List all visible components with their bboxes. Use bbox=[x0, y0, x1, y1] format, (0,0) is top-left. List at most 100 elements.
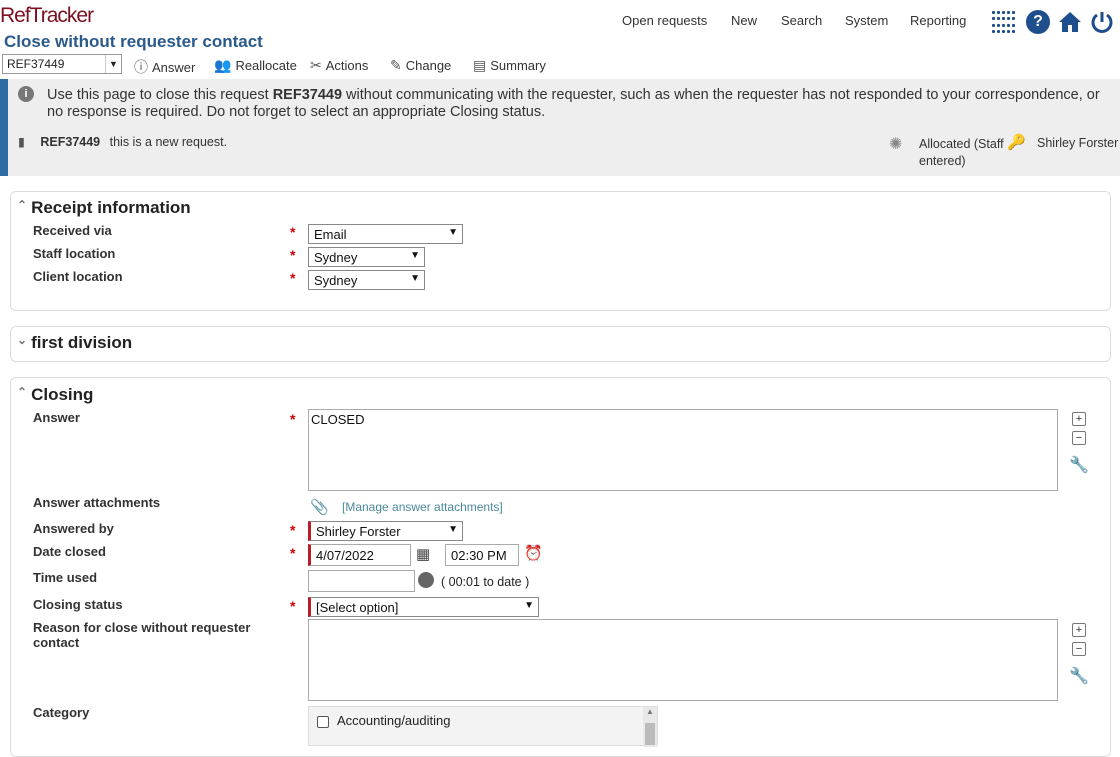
closing-status-label: Closing status bbox=[33, 597, 123, 612]
clock-icon[interactable] bbox=[418, 572, 434, 588]
nav-open-requests[interactable]: Open requests bbox=[622, 13, 707, 28]
division-panel-title: first division bbox=[31, 333, 133, 352]
nav-reporting[interactable]: Reporting bbox=[910, 13, 966, 28]
reason-label: Reason for close without requester conta… bbox=[33, 620, 251, 650]
manage-attachments-link[interactable]: [Manage answer attachments] bbox=[342, 500, 503, 514]
power-icon[interactable] bbox=[1090, 10, 1114, 34]
actions-button[interactable]: ✂ Actions bbox=[310, 57, 368, 74]
answer-textarea[interactable]: CLOSED bbox=[308, 409, 1058, 491]
paperclip-icon: 📎 bbox=[310, 499, 329, 516]
help-icon[interactable]: ? bbox=[1026, 10, 1050, 34]
summary-button[interactable]: ▤ Summary bbox=[473, 57, 546, 74]
received-via-label: Received via bbox=[33, 223, 112, 238]
request-summary-line: ▮ REF37449 this is a new request. bbox=[18, 134, 227, 149]
info-circle-icon: ⓘ bbox=[134, 59, 148, 75]
request-description: this is a new request. bbox=[109, 135, 228, 149]
scroll-thumb[interactable] bbox=[645, 723, 655, 745]
required-marker: * bbox=[290, 598, 296, 614]
expand-plus-icon[interactable]: + bbox=[1072, 623, 1086, 637]
calendar-icon[interactable]: ▦ bbox=[416, 545, 430, 563]
info-bar: i Use this page to close this request RE… bbox=[0, 79, 1120, 176]
category-item[interactable]: Accounting/auditing bbox=[317, 713, 450, 728]
receipt-information-panel: ⌃ Receipt information Received via * Emai… bbox=[10, 191, 1111, 311]
app-logo[interactable]: RefTracker bbox=[0, 4, 94, 28]
expand-plus-icon[interactable]: + bbox=[1072, 412, 1086, 426]
key-icon: 🔑 bbox=[1007, 134, 1026, 151]
clipboard-icon: ▮ bbox=[18, 135, 25, 149]
edit-icon: ✎ bbox=[390, 57, 402, 73]
answered-by-select[interactable]: Shirley Forster ▼ bbox=[308, 521, 463, 541]
time-closed-input[interactable]: 02:30 PM bbox=[445, 544, 519, 566]
wrench-icon[interactable]: 🔧 bbox=[1069, 666, 1089, 686]
home-icon[interactable] bbox=[1058, 10, 1082, 34]
closing-panel-header[interactable]: ⌃ Closing bbox=[17, 385, 93, 405]
chevron-down-icon: ▼ bbox=[410, 273, 420, 284]
required-marker: * bbox=[290, 224, 296, 240]
answer-attachments-label: Answer attachments bbox=[33, 495, 161, 510]
closing-panel: ⌃ Closing Answer * CLOSED + − 🔧 Answer at… bbox=[10, 377, 1111, 757]
nav-system[interactable]: System bbox=[845, 13, 888, 28]
toolbar: REF37449 ▼ ⓘ Answer 👥 Reallocate ✂ Actio… bbox=[0, 53, 1120, 77]
receipt-panel-title: Receipt information bbox=[31, 198, 191, 217]
info-icon: i bbox=[18, 86, 34, 102]
checkbox[interactable] bbox=[317, 715, 329, 728]
required-marker: * bbox=[290, 545, 296, 561]
nav-new[interactable]: New bbox=[731, 13, 757, 28]
first-division-panel: ⌄ first division bbox=[10, 326, 1111, 362]
category-label: Category bbox=[33, 705, 90, 720]
info-accent-bar bbox=[0, 79, 8, 176]
closing-status-select[interactable]: [Select option] ▼ bbox=[308, 597, 539, 617]
required-marker: * bbox=[290, 411, 296, 427]
answer-button[interactable]: ⓘ Answer bbox=[134, 57, 195, 77]
received-via-select[interactable]: Email ▼ bbox=[308, 224, 463, 244]
chevron-down-icon: ▼ bbox=[448, 524, 458, 535]
date-closed-input[interactable]: 4/07/2022 bbox=[308, 544, 411, 566]
category-scrollbar[interactable]: ▲ bbox=[643, 707, 657, 747]
time-to-date-text: ( 00:01 to date ) bbox=[441, 575, 530, 589]
apps-grid-icon[interactable] bbox=[992, 10, 1018, 34]
alarm-clock-icon[interactable]: ⏰ bbox=[524, 544, 543, 562]
wrench-icon[interactable]: 🔧 bbox=[1069, 455, 1089, 475]
gear-icon: ✺ bbox=[889, 136, 903, 153]
category-list[interactable]: Accounting/auditing ▲ bbox=[308, 706, 658, 747]
division-panel-header[interactable]: ⌄ first division bbox=[17, 333, 132, 353]
staff-location-select[interactable]: Sydney ▼ bbox=[308, 247, 425, 267]
collapse-minus-icon[interactable]: − bbox=[1072, 642, 1086, 656]
summary-label: Summary bbox=[490, 58, 546, 73]
chevron-down-icon: ▼ bbox=[105, 55, 121, 73]
chevron-down-icon: ⌄ bbox=[17, 333, 28, 347]
chevron-down-icon: ▼ bbox=[448, 227, 458, 238]
chevron-up-icon: ⌃ bbox=[17, 385, 28, 399]
request-select-value: REF37449 bbox=[7, 57, 65, 71]
users-icon: 👥 bbox=[214, 57, 232, 73]
request-ref[interactable]: REF37449 bbox=[40, 135, 100, 149]
scroll-up-icon[interactable]: ▲ bbox=[643, 707, 657, 716]
date-closed-label: Date closed bbox=[33, 544, 106, 559]
nav-search[interactable]: Search bbox=[781, 13, 822, 28]
reallocate-button[interactable]: 👥 Reallocate bbox=[214, 57, 297, 74]
assigned-staff: Shirley Forster bbox=[1037, 136, 1119, 150]
time-used-input[interactable] bbox=[308, 570, 415, 592]
answer-label: Answer bbox=[152, 59, 196, 75]
client-location-select[interactable]: Sydney ▼ bbox=[308, 270, 425, 290]
required-marker: * bbox=[290, 522, 296, 538]
time-used-label: Time used bbox=[33, 570, 98, 585]
staff-location-label: Staff location bbox=[33, 246, 116, 261]
closing-panel-title: Closing bbox=[31, 385, 94, 404]
actions-label: Actions bbox=[325, 58, 369, 73]
chevron-down-icon: ▼ bbox=[524, 600, 534, 611]
change-button[interactable]: ✎ Change bbox=[390, 57, 451, 74]
answered-by-label: Answered by bbox=[33, 521, 114, 536]
collapse-minus-icon[interactable]: − bbox=[1072, 431, 1086, 445]
answer-label: Answer bbox=[33, 410, 80, 425]
tools-icon: ✂ bbox=[310, 57, 322, 73]
change-label: Change bbox=[405, 58, 452, 73]
request-select[interactable]: REF37449 ▼ bbox=[2, 54, 122, 74]
reason-textarea[interactable] bbox=[308, 619, 1058, 701]
status-text: Allocated (Staff entered) bbox=[919, 137, 1004, 168]
receipt-panel-header[interactable]: ⌃ Receipt information bbox=[17, 198, 191, 218]
client-location-label: Client location bbox=[33, 269, 123, 284]
summary-icon: ▤ bbox=[473, 57, 487, 73]
chevron-up-icon: ⌃ bbox=[17, 198, 28, 212]
page-title: Close without requester contact bbox=[4, 32, 263, 51]
